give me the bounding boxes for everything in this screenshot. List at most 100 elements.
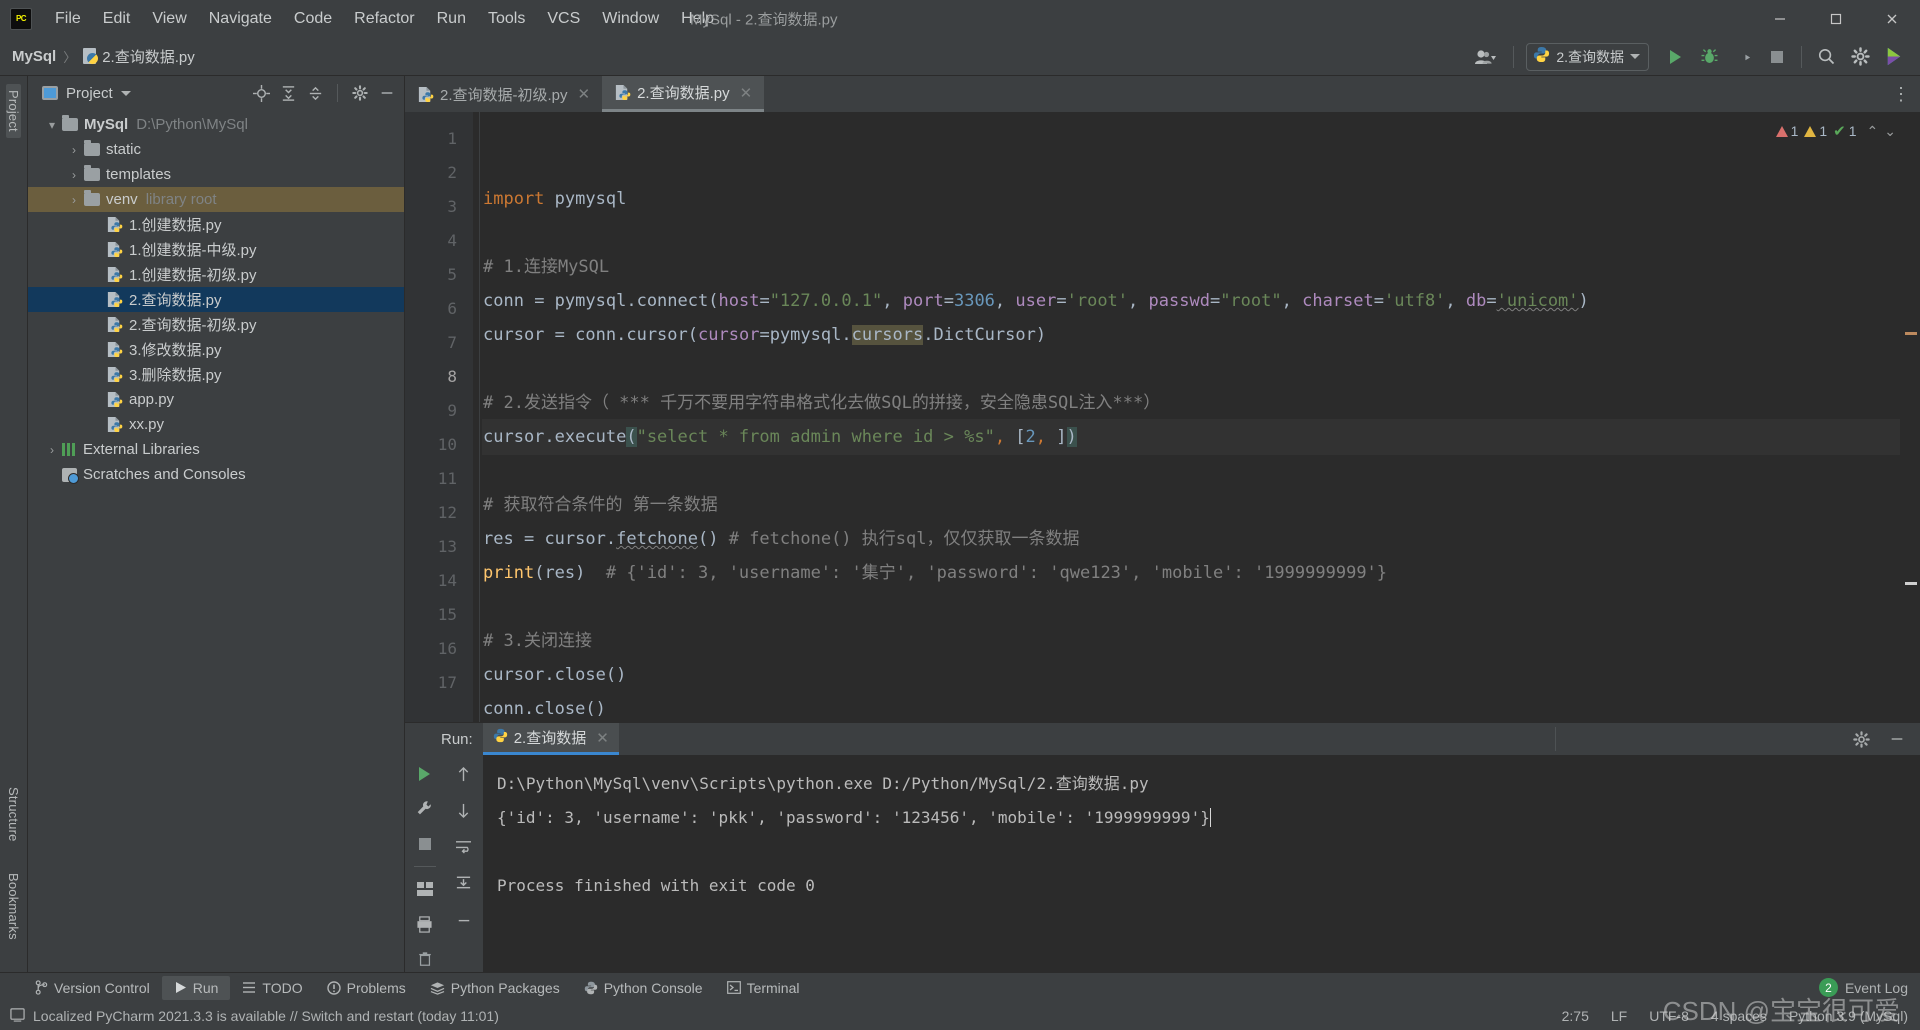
code-line-13[interactable]: [483, 590, 1920, 624]
updates-icon[interactable]: [1878, 42, 1910, 72]
trash-icon[interactable]: [412, 947, 438, 972]
chevron-right-icon[interactable]: ›: [66, 193, 82, 207]
expand-all-icon[interactable]: [277, 82, 299, 104]
tool-window-button-terminal[interactable]: Terminal: [715, 976, 812, 1000]
tool-window-button-version-control[interactable]: Version Control: [22, 976, 162, 1000]
run-configuration-selector[interactable]: 2.查询数据: [1526, 42, 1649, 71]
settings-icon[interactable]: [349, 82, 371, 104]
code-line-16[interactable]: conn.close(): [483, 692, 1920, 722]
tree-item-13[interactable]: › External Libraries: [28, 437, 404, 462]
run-button[interactable]: [1659, 42, 1691, 72]
code-line-1[interactable]: import pymysql: [483, 182, 1920, 216]
event-log-label[interactable]: Event Log: [1845, 980, 1908, 996]
code-editor[interactable]: 1 2 3 4 5 6 7 8 9 10 11 12 13 14 15 16 17 import pymysql…: [405, 112, 1920, 722]
check-count-chip[interactable]: ✔ 1: [1833, 122, 1856, 140]
tool-window-button-problems[interactable]: Problems: [315, 976, 418, 1000]
caret-position[interactable]: 2:75: [1562, 1008, 1589, 1024]
line-separator[interactable]: LF: [1611, 1008, 1627, 1024]
breadcrumb-project[interactable]: MySql: [12, 48, 56, 65]
editor-scrollbar-markers[interactable]: [1900, 112, 1920, 722]
tool-window-button-python-console[interactable]: Python Console: [572, 976, 715, 1000]
tree-item-4[interactable]: ›1.创建数据.py: [28, 212, 404, 237]
settings-icon[interactable]: [1848, 726, 1874, 752]
maximize-button[interactable]: [1808, 0, 1864, 38]
code-line-11[interactable]: res = cursor.fetchone() # fetchone() 执行s…: [483, 522, 1920, 556]
error-count-chip[interactable]: 1: [1775, 123, 1798, 139]
editor-tabs-menu-icon[interactable]: ⋮: [1892, 76, 1920, 112]
chevron-right-icon[interactable]: ›: [66, 143, 82, 157]
menu-item-run[interactable]: Run: [426, 6, 477, 32]
tree-item-2[interactable]: › templates: [28, 162, 404, 187]
code-line-9[interactable]: [483, 454, 1920, 488]
close-icon[interactable]: ✕: [740, 84, 753, 102]
settings-icon[interactable]: [1844, 42, 1876, 72]
stop-button[interactable]: [1761, 42, 1793, 72]
run-tab[interactable]: 2.查询数据 ✕: [482, 723, 619, 755]
warning-count-chip[interactable]: 1: [1804, 123, 1827, 139]
code-line-6[interactable]: [483, 352, 1920, 386]
code-line-15[interactable]: cursor.close(): [483, 658, 1920, 692]
menu-item-view[interactable]: View: [141, 6, 197, 32]
menu-item-vcs[interactable]: VCS: [536, 6, 591, 32]
scroll-down-icon[interactable]: [451, 797, 477, 823]
tree-item-14[interactable]: ›Scratches and Consoles: [28, 462, 404, 487]
minimize-button[interactable]: [1752, 0, 1808, 38]
close-icon[interactable]: ✕: [596, 729, 609, 747]
tree-item-7[interactable]: ›2.查询数据.py: [28, 287, 404, 312]
previous-issue-icon[interactable]: ⌃: [1867, 123, 1879, 140]
event-log-widget[interactable]: 2 Event Log: [1818, 978, 1908, 997]
tool-window-button-todo[interactable]: TODO: [230, 976, 314, 1000]
stop-icon[interactable]: [412, 831, 438, 856]
chevron-down-icon[interactable]: ▾: [44, 118, 60, 132]
tree-item-0[interactable]: ▾ MySql D:\Python\MySql: [28, 112, 404, 137]
editor-tab-0[interactable]: 2.查询数据-初级.py ✕: [405, 76, 602, 112]
layout-icon[interactable]: [412, 877, 438, 902]
code-line-5[interactable]: cursor = conn.cursor(cursor=pymysql.curs…: [483, 318, 1920, 352]
run-console-output[interactable]: D:\Python\MySql\venv\Scripts\python.exe …: [483, 755, 1920, 972]
code-line-2[interactable]: [483, 216, 1920, 250]
hide-icon[interactable]: [451, 905, 477, 931]
tree-item-3[interactable]: › venv library root: [28, 187, 404, 212]
editor-tabs[interactable]: 2.查询数据-初级.py ✕ 2.查询数据.py ✕ ⋮: [405, 76, 1920, 112]
scroll-up-icon[interactable]: [451, 761, 477, 787]
chevron-right-icon[interactable]: ›: [44, 443, 60, 457]
tool-window-button-run[interactable]: Run: [161, 975, 231, 1000]
menu-item-navigate[interactable]: Navigate: [198, 6, 283, 32]
search-everywhere-icon[interactable]: [1810, 42, 1842, 72]
tree-item-12[interactable]: ›xx.py: [28, 412, 404, 437]
file-encoding[interactable]: UTF-8: [1649, 1008, 1689, 1024]
tree-item-5[interactable]: ›1.创建数据-中级.py: [28, 237, 404, 262]
tree-item-9[interactable]: ›3.修改数据.py: [28, 337, 404, 362]
tree-item-8[interactable]: ›2.查询数据-初级.py: [28, 312, 404, 337]
code-line-8[interactable]: cursor.execute("select * from admin wher…: [483, 420, 1920, 454]
python-interpreter[interactable]: Python 3.9 (MySql): [1789, 1008, 1908, 1024]
sidebar-item-bookmarks[interactable]: Bookmarks: [6, 867, 21, 946]
code-line-7[interactable]: # 2.发送指令（ *** 千万不要用字符串格式化去做SQL的拼接，安全隐患SQ…: [483, 386, 1920, 420]
code-line-10[interactable]: # 获取符合条件的 第一条数据: [483, 488, 1920, 522]
tree-item-11[interactable]: ›app.py: [28, 387, 404, 412]
status-message[interactable]: Localized PyCharm 2021.3.3 is available …: [33, 1008, 499, 1024]
hide-panel-icon[interactable]: [376, 82, 398, 104]
project-tree[interactable]: ▾ MySql D:\Python\MySql › static › templates › v…: [28, 110, 404, 972]
run-with-coverage-button[interactable]: [1727, 42, 1759, 72]
wrench-icon[interactable]: [412, 796, 438, 821]
close-button[interactable]: [1864, 0, 1920, 38]
next-issue-icon[interactable]: ⌄: [1884, 123, 1896, 140]
menu-item-file[interactable]: File: [44, 6, 92, 32]
menu-item-refactor[interactable]: Refactor: [343, 6, 425, 32]
menu-item-code[interactable]: Code: [283, 6, 343, 32]
soft-wrap-icon[interactable]: [451, 833, 477, 859]
print-icon[interactable]: [412, 912, 438, 937]
indent-setting[interactable]: 4 spaces: [1711, 1008, 1767, 1024]
menu-item-window[interactable]: Window: [591, 6, 670, 32]
tree-item-6[interactable]: ›1.创建数据-初级.py: [28, 262, 404, 287]
breadcrumb-file[interactable]: 2.查询数据.py: [102, 46, 195, 67]
tool-window-bar[interactable]: Version Control Run TODO Problems Python Pac…: [0, 972, 1920, 1002]
code-line-14[interactable]: # 3.关闭连接: [483, 624, 1920, 658]
inspection-widget[interactable]: 1 1 ✔ 1 ⌃ ⌄: [1775, 122, 1896, 140]
account-icon[interactable]: [1465, 42, 1505, 72]
tree-item-1[interactable]: › static: [28, 137, 404, 162]
tool-window-button-python-packages[interactable]: Python Packages: [418, 976, 572, 1000]
rerun-icon[interactable]: [412, 761, 438, 786]
editor-tab-1[interactable]: 2.查询数据.py ✕: [602, 76, 765, 112]
